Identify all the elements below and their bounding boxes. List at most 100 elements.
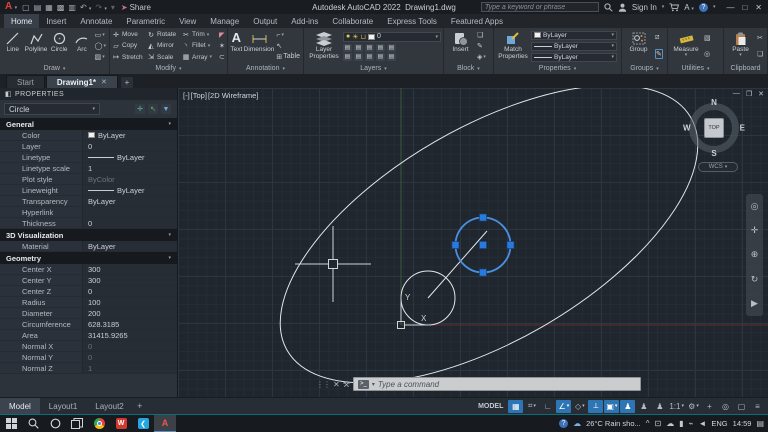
prop-row-diameter[interactable]: Diameter 200	[0, 308, 177, 319]
layer-match-icon[interactable]: ▤	[387, 43, 396, 52]
section-general[interactable]: General ▾	[0, 118, 177, 130]
viewcube-east[interactable]: E	[740, 124, 745, 133]
rotate-tool[interactable]: ↻ Rotate	[147, 30, 182, 40]
scale-tool[interactable]: ⇲ Scale	[147, 52, 182, 62]
language-indicator[interactable]: ENG	[711, 419, 727, 428]
line-entity[interactable]	[427, 230, 488, 299]
explode-icon[interactable]: ✶	[219, 41, 225, 51]
viewport-menu-button[interactable]: [-]	[183, 91, 190, 100]
navigation-wheel-icon[interactable]: ◎	[751, 201, 759, 211]
tab-home[interactable]: Home	[4, 14, 40, 28]
paste-tool[interactable]: Paste ▾	[726, 29, 755, 63]
arc-tool[interactable]: Arc	[71, 29, 93, 63]
grip-bottom[interactable]	[479, 268, 487, 277]
prop-row-linetype-scale[interactable]: Linetype scale 1	[0, 163, 177, 174]
close-tab-icon[interactable]: ✕	[101, 78, 107, 86]
annotation-scale-person-icon[interactable]: ♟	[652, 400, 667, 413]
cut-icon[interactable]: ✂	[757, 33, 763, 43]
minimize-button[interactable]: —	[726, 3, 734, 12]
layer-dropdown[interactable]: ● ☀ ⊔ 0 ▾	[343, 31, 441, 42]
group-edit-icon[interactable]: ✎	[655, 49, 663, 59]
orbit-icon[interactable]: ↻	[751, 274, 759, 284]
panel-label-annotation[interactable]: Annotation ▾	[228, 63, 303, 74]
prop-row-hyperlink[interactable]: Hyperlink	[0, 207, 177, 218]
ellipse-icon[interactable]: ◯	[95, 42, 103, 50]
polar-tracking-icon[interactable]: ∠ ▾	[556, 399, 572, 413]
viewcube-south[interactable]: S	[711, 149, 716, 158]
hidden-icons-chevron[interactable]: ^	[646, 419, 650, 428]
open-icon[interactable]: ▤	[34, 3, 42, 12]
panel-label-modify[interactable]: Modify ▾	[110, 63, 227, 74]
sign-in-person-icon[interactable]	[618, 3, 627, 12]
share-button[interactable]: ➤ Share	[121, 3, 151, 12]
linetype-dropdown[interactable]: ByLayer ▾	[531, 52, 617, 62]
redo-icon[interactable]: ↷ ▾	[95, 3, 106, 12]
status-menu-icon[interactable]: ≡	[750, 400, 765, 413]
viewport-view-button[interactable]: [Top]	[191, 91, 207, 100]
match-properties-tool[interactable]: Match Properties	[496, 29, 530, 63]
lineweight-dropdown[interactable]: ByLayer ▾	[531, 41, 617, 51]
palette-header[interactable]: ◧ PROPERTIES	[0, 88, 177, 100]
create-block-icon[interactable]: ❏	[477, 30, 486, 40]
polyline-tool[interactable]: Polyline	[25, 29, 47, 63]
prop-row-layer[interactable]: Layer 0	[0, 141, 177, 152]
object-snap-tracking-icon[interactable]: ⟂	[588, 399, 604, 413]
isolate-objects-icon[interactable]: ◎	[718, 400, 733, 413]
battery-icon[interactable]: ▮	[679, 419, 683, 428]
layer-properties-tool[interactable]: Layer Properties	[306, 29, 342, 63]
line-tool[interactable]: Line	[2, 29, 24, 63]
app-menu-button[interactable]: A ▾	[2, 0, 20, 15]
table-tool[interactable]: ⊞ Table	[276, 52, 300, 62]
autodesk-app-icon[interactable]: A ▾	[684, 3, 694, 12]
new-icon[interactable]: ▢	[22, 3, 30, 12]
copy-clip-icon[interactable]: ❏	[757, 49, 763, 59]
sign-in-button[interactable]: Sign In	[632, 3, 657, 12]
trim-tool[interactable]: ✂ Trim ▾	[182, 30, 217, 40]
tab-parametric[interactable]: Parametric	[119, 14, 172, 28]
vp-close-icon[interactable]: ✕	[758, 90, 764, 98]
grip-center[interactable]	[479, 241, 487, 249]
color-dropdown[interactable]: ByLayer ▾	[531, 30, 617, 40]
new-layout-button[interactable]: +	[133, 401, 147, 411]
maximize-button[interactable]: □	[742, 3, 747, 12]
prop-row-transparency[interactable]: Transparency ByLayer	[0, 196, 177, 207]
tab-collaborate[interactable]: Collaborate	[325, 14, 380, 28]
tab-express-tools[interactable]: Express Tools	[380, 14, 444, 28]
prop-row-center-y[interactable]: Center Y 300	[0, 275, 177, 286]
ortho-mode-icon[interactable]: ∟	[540, 400, 555, 413]
isometric-drafting-icon[interactable]: ◇ ▾	[572, 400, 587, 413]
move-tool[interactable]: ✛ Move	[112, 30, 147, 40]
undo-icon[interactable]: ↶ ▾	[80, 3, 91, 12]
layer-lock-icon[interactable]: ▤	[376, 43, 385, 52]
command-input[interactable]	[377, 379, 636, 389]
autocad-taskbar-icon[interactable]: A	[154, 414, 176, 432]
prop-row-lineweight[interactable]: Lineweight ByLayer	[0, 185, 177, 196]
search-icon[interactable]	[604, 2, 613, 12]
saveas-icon[interactable]: ▩	[57, 3, 65, 12]
annotation-scale-button[interactable]: 1:1 ▾	[668, 400, 685, 413]
command-drag-handle[interactable]: ⋮⋮	[316, 380, 331, 389]
clean-screen-icon[interactable]: ▢	[734, 400, 749, 413]
panel-label-groups[interactable]: Groups ▾	[622, 63, 667, 74]
quick-select-icon[interactable]: ▼	[161, 104, 171, 114]
rectangle-icon[interactable]: ▭	[95, 31, 102, 39]
new-drawing-tab-button[interactable]: +	[120, 77, 133, 88]
circle-tool[interactable]: Circle	[48, 29, 70, 63]
annotation-visibility-icon[interactable]: ♟	[620, 399, 636, 413]
vscode-icon[interactable]: ❮	[132, 415, 154, 432]
fillet-tool[interactable]: ◝ Fillet ▾	[182, 41, 217, 51]
layout-tab-layout2[interactable]: Layout2	[86, 398, 132, 415]
insert-tool[interactable]: Insert	[446, 29, 475, 63]
customization-plus-icon[interactable]: +	[702, 400, 717, 413]
grip-top[interactable]	[479, 213, 487, 222]
panel-label-block[interactable]: Block ▾	[444, 63, 493, 74]
prop-row-thickness[interactable]: Thickness 0	[0, 218, 177, 229]
prop-row-center-z[interactable]: Center Z 0	[0, 286, 177, 297]
layer-unisolate-icon[interactable]: ▤	[343, 52, 352, 61]
tab-featured-apps[interactable]: Featured Apps	[444, 14, 510, 28]
toggle-pickadd-icon[interactable]: ✛	[135, 104, 145, 114]
wcs-menu[interactable]: WCS ▾	[698, 162, 738, 172]
command-close-icon[interactable]: ✕	[333, 380, 340, 389]
layer-thaw-all-icon[interactable]: ▤	[354, 52, 363, 61]
tab-view[interactable]: View	[172, 14, 203, 28]
